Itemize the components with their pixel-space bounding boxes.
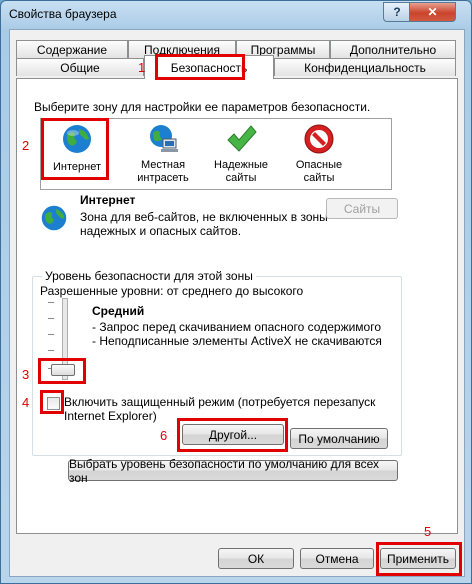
- zone-label: Интернет: [53, 161, 101, 173]
- ok-button[interactable]: ОК: [218, 548, 294, 569]
- annotation-number-2: 2: [22, 138, 30, 153]
- annotation-number-4: 4: [22, 395, 30, 410]
- level-bullet: - Неподписанные элементы ActiveX не скач…: [92, 334, 382, 348]
- tab-privacy[interactable]: Конфиденциальность: [274, 58, 456, 76]
- zone-label: Надежные сайты: [214, 159, 268, 184]
- tab-general[interactable]: Общие: [16, 58, 144, 76]
- zone-trusted[interactable]: Надежные сайты: [205, 119, 277, 189]
- globe-icon: [41, 205, 67, 231]
- help-icon: ?: [393, 5, 401, 19]
- title-bar[interactable]: Свойства браузера ? ✕: [1, 1, 471, 29]
- zone-info-description: Зона для веб-сайтов, не включенных в зон…: [80, 210, 328, 224]
- reset-all-zones-button[interactable]: Выбрать уровень безопасности по умолчани…: [68, 457, 398, 485]
- apply-button[interactable]: Применить: [380, 548, 456, 569]
- help-button[interactable]: ?: [383, 2, 411, 22]
- zone-restricted[interactable]: Опасные сайты: [283, 119, 355, 189]
- zone-internet[interactable]: Интернет: [41, 119, 113, 189]
- close-button[interactable]: ✕: [409, 2, 456, 22]
- slider-tick: [48, 350, 54, 351]
- restricted-icon: [304, 124, 334, 154]
- security-level-legend: Уровень безопасности для этой зоны: [42, 269, 256, 283]
- annotation-number-3: 3: [22, 367, 30, 382]
- tab-content[interactable]: Содержание: [16, 40, 128, 58]
- zones-prompt: Выберите зону для настройки ее параметро…: [34, 100, 371, 114]
- slider-tick: [48, 334, 54, 335]
- zone-info-description: надежных и опасных сайтов.: [80, 224, 242, 238]
- zone-intranet[interactable]: Местная интрасеть: [127, 119, 199, 189]
- protected-mode-label: Internet Explorer): [64, 409, 157, 423]
- checkmark-icon: [227, 125, 257, 152]
- tab-advanced[interactable]: Дополнительно: [330, 40, 456, 58]
- annotation-number-6: 6: [160, 428, 168, 443]
- security-slider-thumb[interactable]: [51, 364, 75, 376]
- globe-icon: [63, 125, 91, 153]
- allowed-levels-text: Разрешенные уровни: от среднего до высок…: [40, 284, 304, 298]
- sites-button[interactable]: Сайты: [326, 198, 398, 219]
- custom-level-button[interactable]: Другой...: [182, 424, 284, 445]
- protected-mode-checkbox[interactable]: [47, 397, 60, 410]
- close-icon: ✕: [427, 5, 438, 19]
- cancel-button[interactable]: Отмена: [300, 548, 374, 569]
- default-level-button[interactable]: По умолчанию: [290, 428, 388, 449]
- protected-mode-label: Включить защищенный режим (потребуется п…: [64, 395, 376, 409]
- level-bullet: - Запрос перед скачиванием опасного соде…: [92, 320, 382, 334]
- zones-list: Интернет Местная интрасеть Надежные сайт…: [40, 118, 392, 190]
- zone-label: Местная интрасеть: [137, 159, 189, 184]
- zone-label: Опасные сайты: [295, 159, 343, 184]
- slider-tick: [48, 302, 54, 303]
- zone-info-title: Интернет: [80, 193, 136, 207]
- annotation-number-5: 5: [424, 524, 432, 539]
- slider-tick: [48, 318, 54, 319]
- level-name: Средний: [92, 304, 145, 318]
- window-title: Свойства браузера: [9, 7, 117, 21]
- tab-security[interactable]: Безопасность: [144, 55, 274, 79]
- annotation-number-1: 1: [138, 60, 146, 75]
- intranet-icon: [150, 125, 178, 152]
